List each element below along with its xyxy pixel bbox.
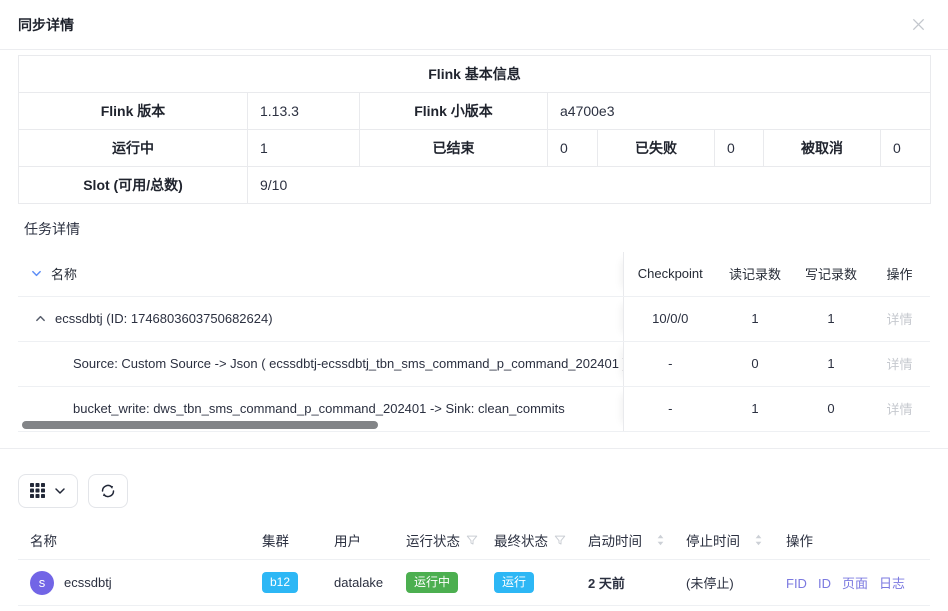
flink-minor-version-value: a4700e3 [548, 93, 931, 130]
logs-link[interactable]: 日志 [879, 576, 905, 591]
flink-info-table: Flink 基本信息 Flink 版本 1.13.3 Flink 小版本 a47… [18, 55, 931, 204]
fid-link[interactable]: FID [786, 576, 807, 591]
table-row: Source: Custom Source -> Json ( ecssdbtj… [18, 341, 930, 386]
jobs-toolbar [18, 474, 930, 508]
task-name: bucket_write: dws_tbn_sms_command_p_comm… [73, 401, 565, 416]
flink-info-title: Flink 基本信息 [19, 56, 931, 93]
start-time-value: 2 天前 [576, 560, 674, 606]
table-row: s ecssdbtj b12 datalake 运行中 运行 2 天前 (未停止… [18, 560, 930, 606]
column-header-cluster: 集群 [250, 522, 322, 560]
flink-minor-version-label: Flink 小版本 [360, 93, 548, 130]
column-header-action: 操作 [774, 522, 930, 560]
refresh-button[interactable] [88, 474, 128, 508]
job-name: ecssdbtj [64, 575, 112, 590]
cluster-badge: b12 [262, 572, 298, 593]
finished-label: 已结束 [360, 130, 548, 167]
read-records-value: 1 [717, 386, 793, 431]
write-records-value: 1 [793, 296, 869, 341]
table-row: Flink 版本 1.13.3 Flink 小版本 a4700e3 [19, 93, 931, 130]
column-header-name: 名称 [51, 264, 77, 283]
horizontal-scrollbar-thumb[interactable] [22, 421, 378, 429]
canceled-label: 被取消 [764, 130, 881, 167]
filter-funnel-icon[interactable] [466, 534, 478, 546]
task-details-section-title: 任务详情 [18, 219, 930, 239]
jobs-table: 名称 集群 用户 运行状态 最终状态 [18, 522, 930, 607]
slot-label: Slot (可用/总数) [19, 167, 248, 204]
page-link[interactable]: 页面 [842, 576, 868, 591]
read-records-value: 0 [717, 341, 793, 386]
table-row: 运行中 1 已结束 0 已失败 0 被取消 0 [19, 130, 931, 167]
collapse-chevron-up-icon[interactable] [35, 313, 46, 324]
filter-funnel-icon[interactable] [554, 534, 566, 546]
run-status-badge: 运行中 [406, 572, 458, 593]
stop-time-value: (未停止) [674, 560, 774, 606]
user-value: datalake [322, 560, 394, 606]
running-value: 1 [248, 130, 360, 167]
divider [0, 448, 948, 449]
write-records-value: 0 [793, 386, 869, 431]
running-label: 运行中 [19, 130, 248, 167]
sync-details-drawer: 同步详情 Flink 基本信息 Flink 版本 1.13.3 Flink 小版… [0, 0, 948, 611]
flink-version-value: 1.13.3 [248, 93, 360, 130]
sorter-icon[interactable] [656, 533, 665, 547]
column-header-user: 用户 [322, 522, 394, 560]
id-link[interactable]: ID [818, 576, 831, 591]
column-header-action: 操作 [869, 252, 930, 296]
flink-version-label: Flink 版本 [19, 93, 248, 130]
column-header-final-status: 最终状态 [494, 530, 548, 550]
close-icon [911, 17, 926, 32]
finished-value: 0 [548, 130, 598, 167]
close-button[interactable] [907, 13, 930, 36]
jobs-table-header-row: 名称 集群 用户 运行状态 最终状态 [18, 522, 930, 560]
table-row: ecssdbtj (ID: 1746803603750682624) 10/0/… [18, 296, 930, 341]
column-header-run-status: 运行状态 [406, 530, 460, 550]
column-settings-button[interactable] [18, 474, 78, 508]
column-header-write-records: 写记录数 [793, 252, 869, 296]
task-details-table: 名称 Checkpoint 读记录数 写记录数 操作 ecssdb [18, 252, 930, 432]
checkpoint-value: - [623, 341, 717, 386]
expand-all-chevron-down-icon[interactable] [31, 268, 42, 279]
failed-label: 已失败 [598, 130, 715, 167]
sorter-icon[interactable] [754, 533, 763, 547]
task-name: ecssdbtj (ID: 1746803603750682624) [55, 311, 273, 326]
drawer-header: 同步详情 [0, 0, 948, 50]
column-header-start-time: 启动时间 [588, 530, 642, 550]
failed-value: 0 [715, 130, 764, 167]
column-header-stop-time: 停止时间 [686, 530, 740, 550]
page-title: 同步详情 [18, 15, 74, 35]
checkpoint-value: - [623, 386, 717, 431]
column-header-read-records: 读记录数 [717, 252, 793, 296]
detail-link[interactable]: 详情 [886, 357, 912, 372]
write-records-value: 1 [793, 341, 869, 386]
avatar: s [30, 571, 54, 595]
task-table-header-row: 名称 Checkpoint 读记录数 写记录数 操作 [18, 252, 930, 296]
chevron-down-icon [54, 485, 66, 497]
read-records-value: 1 [717, 296, 793, 341]
refresh-icon [100, 483, 116, 499]
grid-icon [30, 483, 45, 498]
final-status-badge: 运行 [494, 572, 534, 593]
task-name: Source: Custom Source -> Json ( ecssdbtj… [73, 356, 623, 371]
column-header-name: 名称 [18, 522, 250, 560]
checkpoint-value: 10/0/0 [623, 296, 717, 341]
detail-link[interactable]: 详情 [886, 402, 912, 417]
canceled-value: 0 [881, 130, 931, 167]
column-header-checkpoint: Checkpoint [623, 252, 717, 296]
table-row: Slot (可用/总数) 9/10 [19, 167, 931, 204]
detail-link[interactable]: 详情 [886, 312, 912, 327]
slot-value: 9/10 [248, 167, 931, 204]
